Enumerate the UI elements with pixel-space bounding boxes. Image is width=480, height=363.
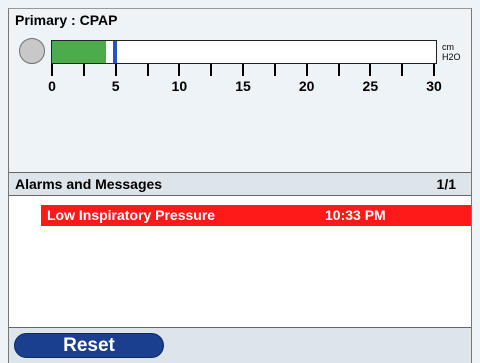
scale-tick — [178, 64, 181, 76]
scale-tick-label: 5 — [111, 78, 120, 94]
scale-tick — [51, 64, 53, 76]
scale-tick — [433, 64, 435, 76]
scale-minor-tick — [146, 64, 149, 76]
alarms-header-title: Alarms and Messages — [15, 176, 163, 192]
scale-tick-label: 15 — [235, 78, 251, 94]
pressure-scale: 0 5 10 15 20 25 30 — [0, 64, 480, 104]
scale-minor-tick — [401, 64, 404, 76]
scale-minor-tick — [337, 64, 340, 76]
pressure-unit-line2: H2O — [442, 52, 461, 62]
reset-button[interactable]: Reset — [14, 333, 164, 358]
scale-tick — [242, 64, 244, 76]
scale-tick — [114, 64, 117, 76]
scale-tick-label: 10 — [171, 78, 188, 94]
scale-minor-tick — [273, 64, 276, 76]
circle-indicator-icon — [19, 38, 45, 64]
pressure-unit: cm H2O — [442, 42, 461, 62]
alarms-header: Alarms and Messages 1/1 — [9, 172, 471, 196]
bottom-bar: Reset — [9, 328, 471, 363]
scale-tick-label: 20 — [298, 78, 315, 94]
scale-minor-tick — [82, 64, 85, 76]
scale-tick — [305, 64, 308, 76]
alarm-time: 10:33 PM — [325, 207, 386, 223]
alarms-page-indicator: 1/1 — [436, 176, 456, 192]
pressure-setpoint-marker — [112, 41, 117, 63]
mode-title: Primary : CPAP — [15, 12, 118, 28]
scale-tick-label: 30 — [426, 78, 442, 94]
scale-minor-tick — [210, 64, 213, 76]
alarms-list: Low Inspiratory Pressure 10:33 PM — [9, 196, 471, 328]
ventilator-screen: Primary : CPAP cm H2O 0 5 10 15 20 25 30 Alarm… — [0, 0, 480, 363]
scale-tick — [369, 64, 372, 76]
scale-tick-label: 25 — [362, 78, 379, 94]
pressure-gauge-fill — [52, 41, 107, 63]
alarm-row[interactable]: Low Inspiratory Pressure 10:33 PM — [41, 205, 471, 226]
scale-tick-label: 0 — [48, 78, 56, 94]
pressure-gauge-bar — [51, 40, 437, 64]
pressure-gauge-separator — [106, 41, 109, 63]
pressure-unit-line1: cm — [442, 42, 454, 52]
alarm-message: Low Inspiratory Pressure — [47, 207, 216, 223]
